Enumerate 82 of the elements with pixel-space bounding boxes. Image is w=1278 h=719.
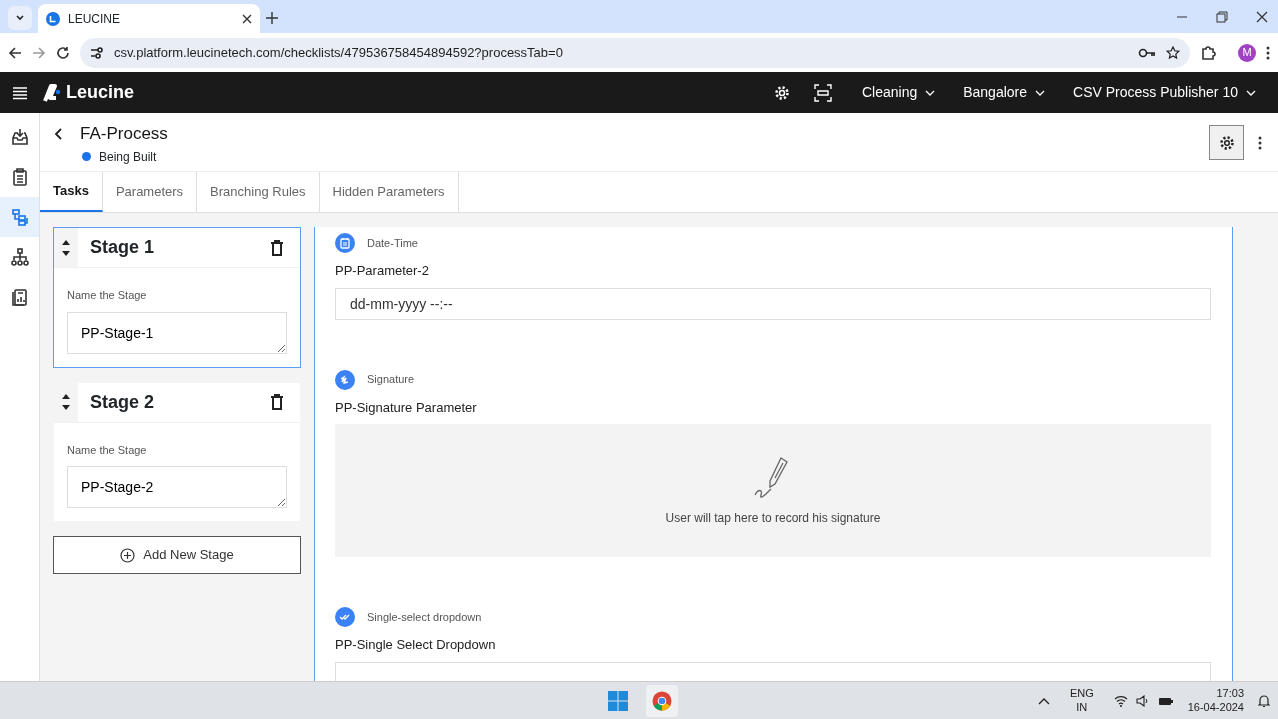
stage-name-field[interactable]: PP-Stage-1 [67, 311, 287, 354]
parameter-type: Date-Time [367, 235, 418, 251]
parameter-name: PP-Parameter-2 [335, 262, 430, 280]
scan-icon[interactable] [813, 83, 832, 102]
move-down-icon[interactable] [62, 405, 70, 410]
notification-bell-icon[interactable] [1258, 693, 1270, 708]
calendar-icon [335, 233, 355, 253]
signature-hint: User will tap here to record his signature [665, 509, 881, 527]
browser-icon [652, 690, 672, 711]
header-dropdown[interactable]: Cleaning [851, 82, 946, 103]
more-icon[interactable] [1258, 136, 1262, 150]
status-text: Being Built [99, 148, 157, 166]
leucine-logo-icon [42, 82, 62, 103]
wifi-icon[interactable] [1113, 694, 1128, 707]
parameter-name: PP-Signature Parameter [335, 398, 478, 417]
delete-icon[interactable] [270, 394, 284, 410]
address-bar[interactable]: csv.platform.leucinetech.com/checklists/479536758454894592?processTab=0 [80, 37, 1190, 68]
parameter-name: PP-Single Select Dropdown [335, 636, 497, 654]
restore-icon[interactable] [1216, 10, 1228, 23]
header-dropdown[interactable]: Bangalore [953, 82, 1056, 103]
menu-icon[interactable] [12, 85, 28, 100]
extensions-icon[interactable] [1200, 44, 1216, 61]
chevron-down-icon [1035, 89, 1046, 96]
signature-icon [335, 369, 355, 390]
chevron-down-icon [1246, 89, 1256, 96]
browser-tab[interactable]: LEUCINE [38, 4, 260, 33]
report-icon [10, 288, 29, 306]
hierarchy-icon [10, 248, 29, 266]
plus-circle-icon [120, 547, 136, 563]
clock-date[interactable]: 16-04-2024 [1187, 700, 1244, 715]
datetime-field[interactable]: dd-mm-yyyy --:-- [335, 287, 1211, 320]
clock-time[interactable]: 17:03 [1216, 686, 1244, 701]
new-tab-icon[interactable] [266, 12, 278, 24]
parameter-type: Signature [367, 372, 415, 388]
settings-icon[interactable] [773, 84, 790, 101]
brand-name: Leucine [66, 81, 135, 104]
stage-card[interactable]: Stage 2 Name the Stage PP-Stage-2 [53, 381, 301, 522]
tab-title: LEUCINE [68, 10, 121, 28]
process-title: FA-Process [80, 123, 168, 145]
delete-icon[interactable] [270, 239, 284, 256]
site-logo-icon [46, 11, 60, 26]
move-up-icon[interactable] [62, 394, 70, 399]
settings-button[interactable] [1209, 125, 1244, 160]
add-stage-button[interactable]: Add New Stage [53, 536, 301, 574]
tab-list-button[interactable] [8, 6, 32, 30]
settings-icon [1218, 134, 1235, 151]
move-down-icon[interactable] [62, 250, 70, 256]
chevron-down-icon [925, 89, 936, 96]
move-up-icon[interactable] [62, 239, 70, 245]
profile-avatar[interactable]: M [1238, 43, 1256, 62]
flow-diagram-icon [10, 208, 29, 226]
stage-name-field[interactable]: PP-Stage-2 [67, 466, 287, 508]
stage-title: Stage 1 [89, 236, 156, 259]
stage-title: Stage 2 [89, 390, 156, 414]
forward-icon[interactable] [32, 45, 46, 60]
back-icon[interactable] [8, 45, 22, 60]
speaker-icon[interactable] [1135, 694, 1150, 707]
reload-icon[interactable] [56, 45, 70, 60]
double-check-icon [335, 607, 355, 627]
field-label: Name the Stage [67, 442, 148, 458]
close-icon[interactable] [242, 13, 252, 24]
windows-logo-icon[interactable] [608, 690, 628, 711]
language-code[interactable]: ENG [1069, 686, 1094, 701]
chevron-up-icon[interactable] [1037, 696, 1050, 705]
taskbar-app[interactable] [646, 684, 678, 717]
back-icon[interactable] [54, 127, 64, 140]
key-icon[interactable] [1138, 46, 1156, 59]
close-icon[interactable] [1256, 10, 1268, 23]
caret-icon [15, 13, 25, 23]
inbox-icon [10, 128, 29, 146]
field-label: Name the Stage [67, 288, 148, 303]
url-text: csv.platform.leucinetech.com/checklists/479536758454894592?processTab=0 [114, 43, 564, 62]
header-dropdown[interactable]: CSV Process Publisher 10 [1063, 82, 1266, 103]
signature-pad[interactable]: User will tap here to record his signature [335, 424, 1211, 557]
stage-card[interactable]: Stage 1 Name the Stage PP-Stage-1 [53, 227, 301, 368]
parameter-type: Single-select dropdown [367, 609, 482, 625]
region-code[interactable]: IN [1076, 700, 1088, 715]
checklist-icon [10, 168, 29, 186]
more-icon[interactable] [1266, 45, 1270, 60]
tab[interactable]: Tasks [40, 172, 103, 212]
site-settings-icon[interactable] [90, 45, 104, 60]
star-icon[interactable] [1166, 45, 1180, 60]
